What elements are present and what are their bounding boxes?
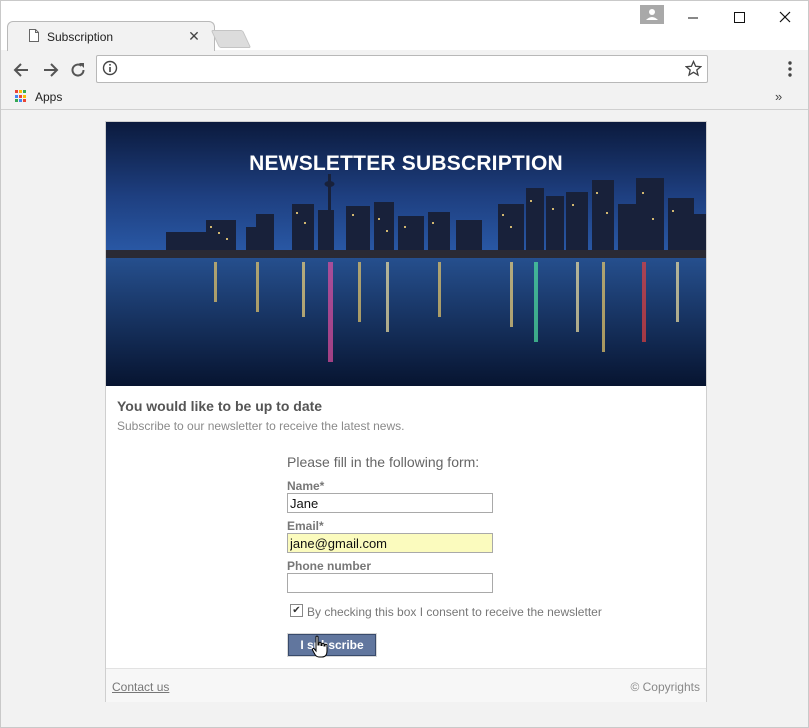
section-subtitle: Subscribe to our newsletter to receive t… <box>117 419 405 433</box>
footer: Contact us © Copyrights <box>106 668 706 702</box>
contact-link[interactable]: Contact us <box>112 680 169 694</box>
apps-dot <box>15 90 18 93</box>
hand-cursor-icon <box>311 635 328 658</box>
back-arrow-icon[interactable] <box>12 60 32 80</box>
apps-dot <box>23 90 26 93</box>
chevron-double-right-icon[interactable]: » <box>775 89 782 104</box>
subscribe-button[interactable]: I subscribe <box>288 634 376 656</box>
apps-dot <box>23 94 26 98</box>
form-intro: Please fill in the following form: <box>287 454 480 470</box>
apps-dot <box>19 90 22 93</box>
close-icon[interactable]: ✕ <box>187 28 201 45</box>
tab-title: Subscription <box>47 30 114 44</box>
star-icon[interactable] <box>685 60 702 77</box>
copyright-text: © Copyrights <box>630 680 700 694</box>
apps-dot <box>19 94 22 98</box>
phone-label: Phone number <box>287 559 372 573</box>
forward-arrow-icon[interactable] <box>40 60 60 80</box>
apps-dot <box>23 99 26 103</box>
apps-dot <box>15 99 18 103</box>
apps-dot <box>19 99 22 103</box>
apps-dot <box>15 94 18 98</box>
apps-icon[interactable] <box>15 90 28 103</box>
consent-checkbox[interactable]: ✔ <box>290 604 303 617</box>
email-input[interactable] <box>287 533 493 553</box>
bookmarks-bar <box>1 87 808 110</box>
name-input[interactable] <box>287 493 493 513</box>
email-label: Email* <box>287 519 324 533</box>
hero-banner: NEWSLETTER SUBSCRIPTION <box>106 122 706 386</box>
name-label: Name* <box>287 479 325 493</box>
reload-icon[interactable] <box>68 60 88 80</box>
maximize-icon[interactable] <box>724 7 754 27</box>
document-icon <box>29 29 39 42</box>
address-bar[interactable] <box>96 55 708 83</box>
menu-icon[interactable] <box>785 60 795 78</box>
consent-label: By checking this box I consent to receiv… <box>307 605 602 619</box>
apps-bookmark[interactable]: Apps <box>35 90 62 104</box>
section-heading: You would like to be up to date <box>117 398 323 414</box>
minimize-icon[interactable] <box>678 7 708 27</box>
profile-icon[interactable] <box>640 5 664 24</box>
newsletter-page: NEWSLETTER SUBSCRIPTION You would like t… <box>105 121 707 702</box>
hero-title: NEWSLETTER SUBSCRIPTION <box>249 152 563 175</box>
window-close-icon[interactable] <box>770 7 800 27</box>
info-icon[interactable] <box>102 60 118 76</box>
browser-window: Subscription ✕ Apps » NEWSLETTER SUBSCRI… <box>0 0 809 728</box>
phone-input[interactable] <box>287 573 493 593</box>
